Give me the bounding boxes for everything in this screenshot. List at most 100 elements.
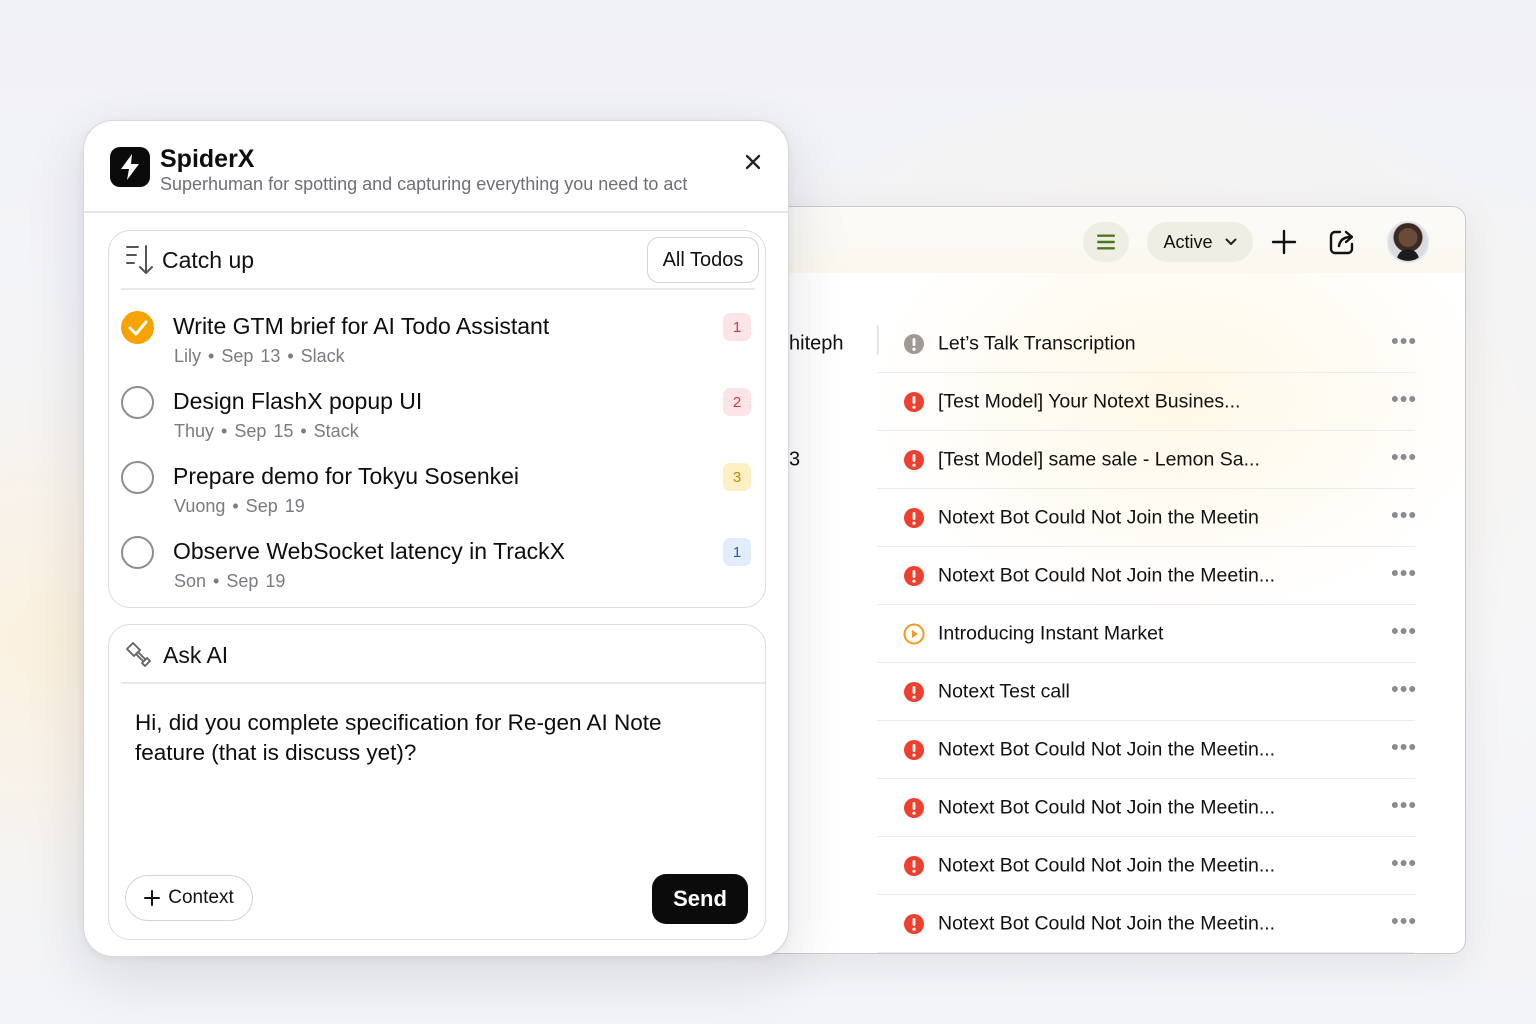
share-button[interactable] [1327,227,1357,257]
todo-meta: Thuy • Sep 15 • Stack [174,421,359,441]
alert-icon [903,913,925,935]
todo-title: Observe WebSocket latency in TrackX [173,538,566,564]
column-divider [877,325,879,355]
conversation-row[interactable]: Notext Bot Could Not Join the Meetin... •… [761,837,1465,895]
chevron-down-icon [1225,238,1237,245]
ask-ai-icon [126,642,151,667]
add-button[interactable] [1269,227,1299,257]
conversation-title: Notext Bot Could Not Join the Meetin... [938,738,1276,761]
todo-title: Prepare demo for Tokyu Sosenkei [173,463,520,489]
conversation-row[interactable]: 3 [Test Model] same sale - Lemon Sa... ••• [761,431,1465,489]
todo-meta: Son • Sep 19 [174,571,286,591]
conversation-row[interactable]: Notext Bot Could Not Join the Meetin... •… [761,721,1465,779]
catch-up-title: Catch up [162,247,255,273]
close-button[interactable] [740,149,766,175]
todo-checkbox[interactable] [121,461,154,494]
priority-badge: 2 [723,388,751,416]
checkmark-icon [128,320,147,335]
conversation-row[interactable]: Notext Test call ••• [761,663,1465,721]
conversation-row[interactable]: [Test Model] Your Notext Busines... ••• [761,373,1465,431]
row-owner-fragment: hiteph [789,332,844,355]
add-context-button[interactable]: Context [125,875,253,921]
plus-icon [1271,229,1297,255]
play-icon [903,623,925,645]
conversation-row[interactable]: Notext Bot Could Not Join the Meetin... •… [761,779,1465,837]
ask-ai-divider [121,682,765,684]
todo-item[interactable]: Write GTM brief for AI Todo Assistant Lil… [109,303,765,373]
list-view-button[interactable] [1083,222,1129,262]
close-icon [745,154,761,170]
conversation-title: Let’s Talk Transcription [938,332,1136,355]
conversation-title: [Test Model] Your Notext Busines... [938,390,1241,413]
todo-item[interactable]: Design FlashX popup UI Thuy • Sep 15 • St… [109,378,765,448]
spiderx-popup: SpiderX Superhuman for spotting and capt… [83,120,789,957]
status-filter-dropdown[interactable]: Active [1147,222,1253,262]
background-toolbar: Active [761,207,1465,273]
alert-icon [903,391,925,413]
more-options-icon[interactable]: ••• [1391,328,1417,354]
conversation-title: Introducing Instant Market [938,622,1164,645]
conversation-title: Notext Bot Could Not Join the Meetin... [938,564,1276,587]
alert-icon [903,507,925,529]
info-muted-icon [903,333,925,355]
ai-prompt-input[interactable]: Hi, did you complete specification for R… [135,708,715,768]
app-title: SpiderX [160,145,255,173]
row-owner-fragment: 3 [789,448,801,471]
todo-meta: Lily • Sep 13 • Slack [174,346,345,366]
ask-ai-title: Ask AI [163,642,229,668]
alert-icon [903,797,925,819]
app-tagline: Superhuman for spotting and capturing ev… [160,174,688,194]
conversation-title: [Test Model] same sale - Lemon Sa... [938,448,1260,471]
more-options-icon[interactable]: ••• [1391,618,1417,644]
more-options-icon[interactable]: ••• [1391,850,1417,876]
spiderx-logo [110,147,150,187]
ask-ai-card: Ask AI Hi, did you complete specificatio… [108,624,766,940]
alert-icon [903,565,925,587]
row-divider [877,951,1415,953]
todo-checkbox[interactable] [121,386,154,419]
more-options-icon[interactable]: ••• [1391,676,1417,702]
plus-icon [144,890,161,906]
todo-checkbox-checked[interactable] [121,311,154,344]
todo-title: Design FlashX popup UI [173,388,423,414]
conversation-title: Notext Test call [938,680,1070,703]
alert-icon [903,855,925,877]
priority-badge: 3 [723,463,751,491]
todo-checkbox[interactable] [121,536,154,569]
more-options-icon[interactable]: ••• [1391,386,1417,412]
user-avatar[interactable] [1387,221,1429,263]
conversation-title: Notext Bot Could Not Join the Meetin... [938,912,1276,935]
conversation-row[interactable]: Notext Bot Could Not Join the Meetin... •… [761,895,1465,953]
conversation-row[interactable]: Introducing Instant Market ••• [761,605,1465,663]
more-options-icon[interactable]: ••• [1391,792,1417,818]
share-icon [1329,230,1354,255]
more-options-icon[interactable]: ••• [1391,908,1417,934]
send-button[interactable]: Send [652,874,748,924]
more-options-icon[interactable]: ••• [1391,444,1417,470]
add-context-label: Context [168,887,234,908]
more-options-icon[interactable]: ••• [1391,560,1417,586]
conversation-title: Notext Bot Could Not Join the Meetin [938,506,1259,529]
priority-badge: 1 [723,538,751,566]
sort-down-icon [126,245,153,274]
more-options-icon[interactable]: ••• [1391,502,1417,528]
all-todos-button[interactable]: All Todos [647,237,759,283]
todo-item[interactable]: Prepare demo for Tokyu Sosenkei Vuong • S… [109,453,765,523]
conversation-row[interactable]: Notext Bot Could Not Join the Meetin... •… [761,547,1465,605]
alert-icon [903,449,925,471]
todo-meta: Vuong • Sep 19 [174,496,305,516]
priority-badge: 1 [723,313,751,341]
todo-title: Write GTM brief for AI Todo Assistant [173,313,550,339]
list-icon [1097,234,1115,250]
conversation-row[interactable]: Notext Bot Could Not Join the Meetin ••• [761,489,1465,547]
alert-icon [903,681,925,703]
catch-up-divider [121,288,755,290]
status-filter-label: Active [1163,231,1213,252]
header-divider [84,211,788,213]
background-app-window: Active hiteph Let’s Talk Transcription •••… [760,206,1466,954]
more-options-icon[interactable]: ••• [1391,734,1417,760]
catch-up-card: Catch up All Todos Write GTM brief for A… [108,230,766,608]
alert-icon [903,739,925,761]
conversation-row[interactable]: hiteph Let’s Talk Transcription ••• [761,315,1465,373]
todo-item[interactable]: Observe WebSocket latency in TrackX Son •… [109,528,765,598]
